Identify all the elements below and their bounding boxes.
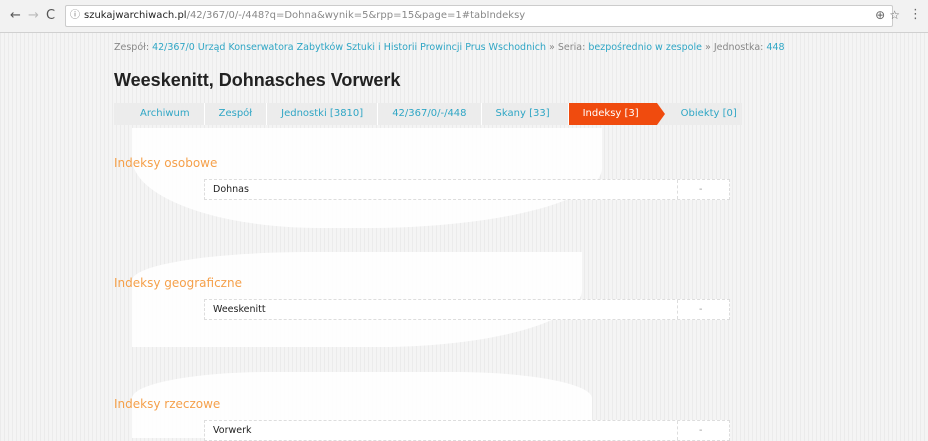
breadcrumb: Zespół: 42/367/0 Urząd Konserwatora Zaby…: [114, 42, 785, 53]
index-value: -: [699, 184, 703, 195]
reload-icon[interactable]: C: [46, 8, 55, 24]
cell-divider: [677, 300, 679, 319]
section-title-rzeczowe: Indeksy rzeczowe: [114, 397, 221, 411]
tab-archiwum[interactable]: Archiwum: [114, 103, 204, 125]
tab-indeksy[interactable]: Indeksy [3]: [567, 103, 665, 125]
background-decoration: [132, 128, 602, 228]
index-row[interactable]: Weeskenitt -: [204, 299, 730, 320]
bookmark-star-icon[interactable]: ☆: [889, 8, 904, 22]
index-value: -: [699, 304, 703, 315]
section-title-geograficzne: Indeksy geograficzne: [114, 276, 242, 290]
tab-jednostki[interactable]: Jednostki [3810]: [266, 103, 377, 125]
tab-zespol[interactable]: Zespół: [203, 103, 267, 125]
zoom-icon[interactable]: ⊕: [875, 8, 889, 22]
section-title-osobowe: Indeksy osobowe: [114, 156, 218, 170]
breadcrumb-jednostka-label: » Jednostka:: [705, 42, 764, 53]
address-bar[interactable]: ⓘ szukajwarchiwach.pl/42/367/0/-/448?q=Do…: [65, 5, 893, 27]
breadcrumb-jednostka-link[interactable]: 448: [766, 42, 784, 53]
forward-arrow-icon[interactable]: →: [28, 8, 39, 24]
url-path: /42/367/0/-/448?q=Dohna&wynik=5&rpp=15&p…: [186, 10, 526, 21]
breadcrumb-zespol-link[interactable]: 42/367/0 Urząd Konserwatora Zabytków Szt…: [152, 42, 546, 53]
info-icon[interactable]: ⓘ: [70, 6, 84, 26]
browser-toolbar: ← → C ⓘ szukajwarchiwach.pl/42/367/0/-/44…: [0, 0, 928, 33]
breadcrumb-seria-label: » Seria:: [549, 42, 586, 53]
cell-divider: [677, 421, 679, 440]
back-arrow-icon[interactable]: ←: [10, 8, 21, 24]
browser-menu-icon[interactable]: ⋮: [909, 7, 922, 22]
tab-skany[interactable]: Skany [33]: [480, 103, 564, 125]
tab-bar: Archiwum Zespół Jednostki [3810] 42/367/…: [114, 103, 742, 125]
index-name[interactable]: Weeskenitt: [213, 304, 266, 315]
page-title: Weeskenitt, Dohnasches Vorwerk: [114, 70, 401, 90]
index-name[interactable]: Vorwerk: [213, 425, 252, 436]
breadcrumb-seria-link[interactable]: bezpośrednio w zespole: [588, 42, 702, 53]
cell-divider: [677, 180, 679, 199]
breadcrumb-zespol-label: Zespół:: [114, 42, 150, 53]
index-name[interactable]: Dohnas: [213, 184, 249, 195]
index-row[interactable]: Dohnas -: [204, 179, 730, 200]
index-value: -: [699, 425, 703, 436]
address-bar-icons: ⊕☆: [875, 8, 904, 22]
tab-unit-signature[interactable]: 42/367/0/-/448: [377, 103, 480, 125]
tab-obiekty[interactable]: Obiekty [0]: [667, 103, 751, 125]
url-host: szukajwarchiwach.pl: [84, 10, 187, 21]
